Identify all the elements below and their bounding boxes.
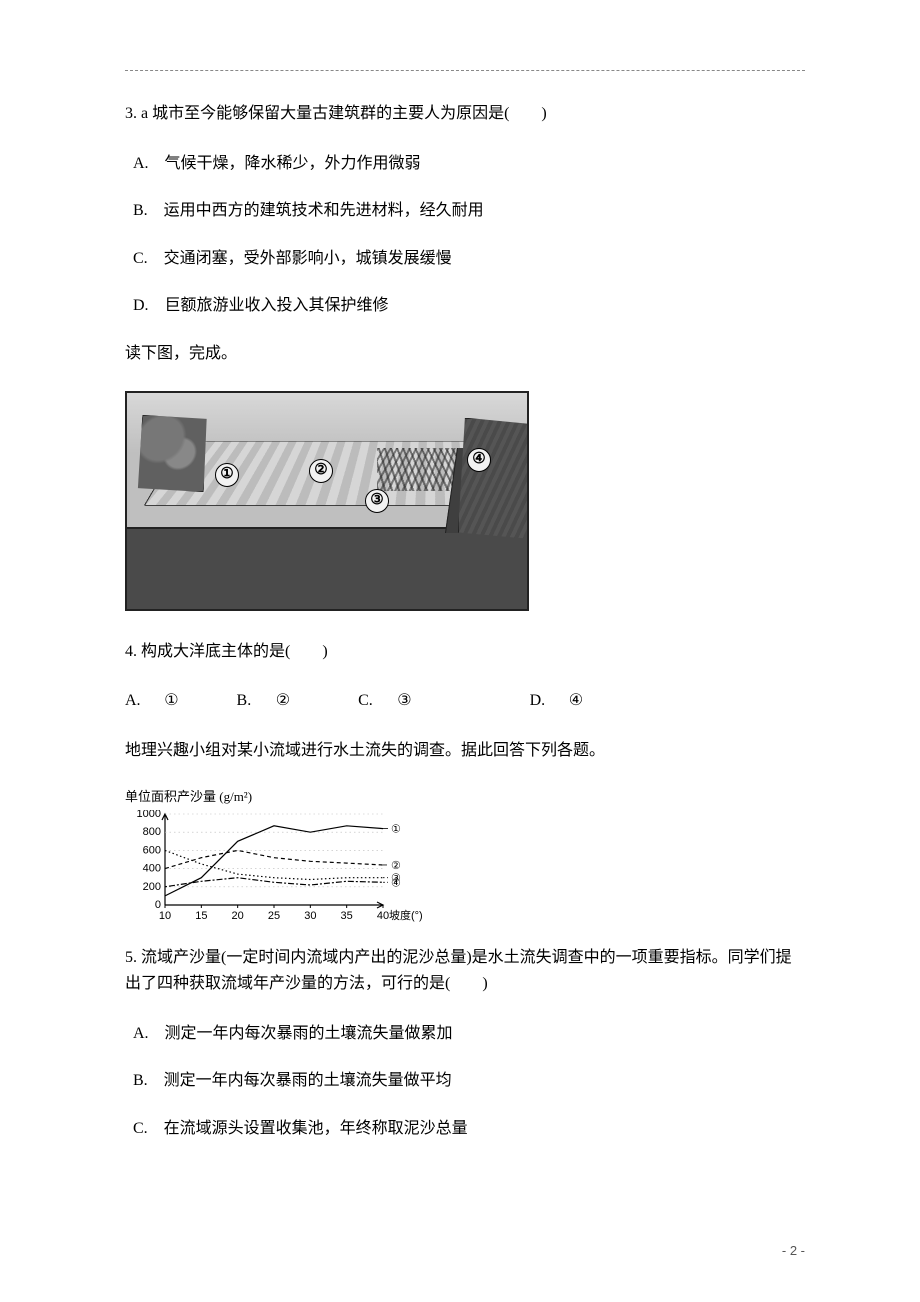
q4-option-b: B. ② <box>237 688 291 714</box>
svg-text:④: ④ <box>391 877 401 889</box>
svg-text:1000: 1000 <box>137 810 161 820</box>
svg-text:35: 35 <box>341 910 353 922</box>
of-left-ridge <box>132 415 215 492</box>
svg-text:600: 600 <box>143 845 161 857</box>
svg-text:30: 30 <box>304 910 316 922</box>
svg-text:40: 40 <box>377 910 389 922</box>
q4-b-label: B. <box>237 688 272 714</box>
q4-a-value: ① <box>164 688 178 714</box>
sediment-chart-figure: 单位面积产沙量 (g/m²) 2004006008001000010152025… <box>125 787 443 917</box>
sediment-chart-svg: 2004006008001000010152025303540坡度(°)①②③④ <box>125 810 433 925</box>
q5-option-a: A. 测定一年内每次暴雨的土壤流失量做累加 <box>125 1021 805 1047</box>
svg-text:15: 15 <box>195 910 207 922</box>
q4-c-label: C. <box>358 688 393 714</box>
svg-text:800: 800 <box>143 826 161 838</box>
of-front-cut <box>125 527 529 609</box>
of-label-3: ③ <box>365 489 389 513</box>
svg-text:坡度(°): 坡度(°) <box>389 908 423 922</box>
q4-b-value: ② <box>276 688 290 714</box>
q4-a-label: A. <box>125 688 160 714</box>
q4-option-c: C. ③ <box>358 688 412 714</box>
q3-option-d: D. 巨额旅游业收入投入其保护维修 <box>125 293 805 319</box>
q4-d-label: D. <box>530 688 565 714</box>
of-label-2: ② <box>309 459 333 483</box>
q5-intro: 地理兴趣小组对某小流域进行水土流失的调查。据此回答下列各题。 <box>125 738 805 764</box>
q4-stem: 4. 构成大洋底主体的是( ) <box>125 639 805 665</box>
of-label-1: ① <box>215 463 239 487</box>
svg-text:25: 25 <box>268 910 280 922</box>
q3-option-c: C. 交通闭塞，受外部影响小，城镇发展缓慢 <box>125 246 805 272</box>
svg-text:400: 400 <box>143 863 161 875</box>
ocean-floor-figure: ① ② ③ ④ <box>125 391 805 611</box>
q4-option-a: A. ① <box>125 688 179 714</box>
q3-option-b: B. 运用中西方的建筑技术和先进材料，经久耐用 <box>125 198 805 224</box>
q3-option-a: A. 气候干燥，降水稀少，外力作用微弱 <box>125 151 805 177</box>
q4-intro: 读下图，完成。 <box>125 341 805 367</box>
of-label-4: ④ <box>467 448 491 472</box>
svg-text:200: 200 <box>143 881 161 893</box>
q3-stem: 3. a 城市至今能够保留大量古建筑群的主要人为原因是( ) <box>125 101 805 127</box>
q4-options-row: A. ① B. ② C. ③ D. ④ <box>125 688 805 714</box>
svg-text:①: ① <box>391 824 401 836</box>
page: 3. a 城市至今能够保留大量古建筑群的主要人为原因是( ) A. 气候干燥，降… <box>0 0 920 1302</box>
svg-text:10: 10 <box>159 910 171 922</box>
ocean-floor-diagram: ① ② ③ ④ <box>125 391 529 611</box>
q5-stem: 5. 流域产沙量(一定时间内流域内产出的泥沙总量)是水土流失调查中的一项重要指标… <box>125 945 805 996</box>
q4-c-value: ③ <box>397 688 411 714</box>
q5-option-b: B. 测定一年内每次暴雨的土壤流失量做平均 <box>125 1068 805 1094</box>
svg-text:20: 20 <box>232 910 244 922</box>
svg-text:②: ② <box>391 860 401 872</box>
q4-option-d: D. ④ <box>530 688 584 714</box>
q4-d-value: ④ <box>569 688 583 714</box>
of-right-block <box>458 418 527 539</box>
top-dashed-rule <box>125 70 805 71</box>
sediment-chart-title: 单位面积产沙量 (g/m²) <box>125 787 443 808</box>
q5-option-c: C. 在流域源头设置收集池，年终称取泥沙总量 <box>125 1116 805 1142</box>
page-number: - 2 - <box>782 1241 805 1262</box>
